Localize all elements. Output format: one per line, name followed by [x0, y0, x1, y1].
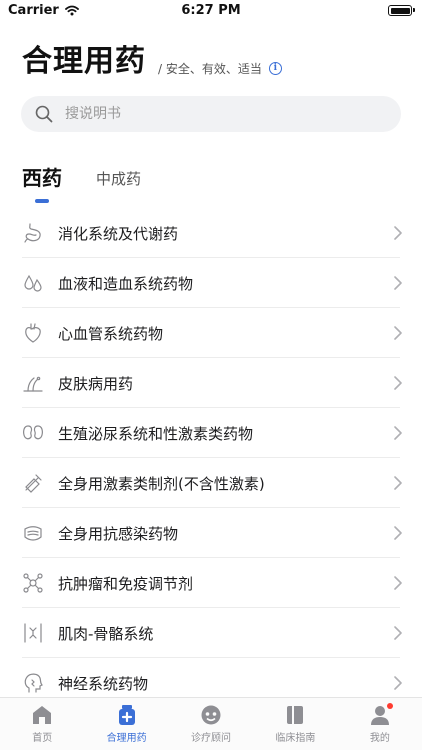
list-item-label: 消化系统及代谢药 [58, 224, 179, 243]
kidney-icon [23, 425, 43, 440]
status-bar: Carrier 6:27 PM [0, 0, 422, 24]
tabbar-item-rational-drug-use[interactable]: 合理用药 [84, 698, 168, 750]
syringe-icon [25, 474, 42, 493]
list-item-systemic-hormones[interactable]: 全身用激素类制剂(不含性激素) [0, 458, 422, 508]
category-tabs: 西药 中成药 [22, 162, 175, 203]
chevron-right-icon [394, 376, 402, 390]
blood-drops-icon [24, 274, 42, 292]
active-tab-indicator [35, 199, 49, 203]
list-item-label: 全身用抗感染药物 [58, 524, 179, 543]
home-icon [33, 706, 52, 724]
list-item-label: 全身用激素类制剂(不含性激素) [58, 474, 265, 493]
tabbar-label: 临床指南 [275, 733, 316, 744]
subtitle-text: / 安全、有效、适当 [158, 62, 262, 76]
stomach-icon [24, 223, 41, 243]
list-item-label: 肌肉-骨骼系统 [58, 624, 154, 643]
bottom-tab-bar: 首页 合理用药 诊疗顾问 临床指南 我的 [0, 697, 422, 750]
search-input[interactable] [63, 105, 367, 123]
molecule-icon [23, 573, 43, 593]
tabbar-label: 我的 [369, 733, 390, 744]
list-item-label: 血液和造血系统药物 [58, 274, 194, 293]
list-item-label: 抗肿瘤和免疫调节剂 [58, 574, 194, 593]
chevron-right-icon [394, 276, 402, 290]
medicine-kit-icon [118, 705, 135, 725]
chevron-right-icon [394, 326, 402, 340]
tabbar-item-profile[interactable]: 我的 [338, 698, 422, 750]
page-subtitle: / 安全、有效、适当 i [158, 60, 282, 77]
list-item-label: 生殖泌尿系统和性激素类药物 [58, 424, 254, 443]
list-item-blood[interactable]: 血液和造血系统药物 [0, 258, 422, 308]
bone-icon [24, 623, 42, 643]
list-item-label: 神经系统药物 [58, 674, 149, 693]
tabbar-item-consult[interactable]: 诊疗顾问 [169, 698, 253, 750]
consult-icon [201, 705, 221, 725]
tabbar-label: 诊疗顾问 [191, 733, 232, 744]
chevron-right-icon [394, 426, 402, 440]
status-time: 6:27 PM [181, 3, 241, 18]
tab-label: 中成药 [96, 170, 142, 188]
tabbar-label: 首页 [32, 733, 53, 744]
search-bar[interactable] [21, 96, 401, 132]
tabbar-item-home[interactable]: 首页 [0, 698, 84, 750]
chevron-right-icon [394, 626, 402, 640]
tab-western-medicine[interactable]: 西药 [22, 162, 62, 203]
book-icon [287, 706, 304, 724]
head-icon [24, 673, 44, 693]
list-item-label: 心血管系统药物 [58, 324, 164, 343]
page-title: 合理用药 [22, 44, 146, 79]
tab-chinese-patent-medicine[interactable]: 中成药 [96, 168, 141, 191]
list-item-musculoskeletal[interactable]: 肌肉-骨骼系统 [0, 608, 422, 658]
list-item-cardiovascular[interactable]: 心血管系统药物 [0, 308, 422, 358]
info-icon[interactable]: i [268, 62, 282, 75]
list-item-label: 皮肤病用药 [58, 374, 134, 393]
tab-label: 西药 [22, 166, 62, 190]
chevron-right-icon [394, 226, 402, 240]
chevron-right-icon [394, 526, 402, 540]
mask-icon [24, 526, 42, 541]
chevron-right-icon [394, 476, 402, 490]
list-item-dermatology[interactable]: 皮肤病用药 [0, 358, 422, 408]
list-item-genitourinary[interactable]: 生殖泌尿系统和性激素类药物 [0, 408, 422, 458]
chevron-right-icon [394, 576, 402, 590]
tabbar-label: 合理用药 [106, 733, 147, 744]
notification-badge [386, 703, 393, 709]
category-list: 消化系统及代谢药 血液和造血系统药物 心血管系统药物 皮肤病用药 生殖泌尿系统和… [0, 208, 422, 708]
tabbar-item-guidelines[interactable]: 临床指南 [253, 698, 337, 750]
search-icon [35, 105, 53, 123]
list-item-antineoplastic[interactable]: 抗肿瘤和免疫调节剂 [0, 558, 422, 608]
heart-icon [25, 323, 41, 343]
skin-hair-icon [23, 376, 43, 392]
page-header: 合理用药 / 安全、有效、适当 i [22, 44, 282, 80]
list-item-anti-infective[interactable]: 全身用抗感染药物 [0, 508, 422, 558]
chevron-right-icon [394, 676, 402, 690]
battery-icon [388, 5, 415, 16]
list-item-digestive[interactable]: 消化系统及代谢药 [0, 208, 422, 258]
